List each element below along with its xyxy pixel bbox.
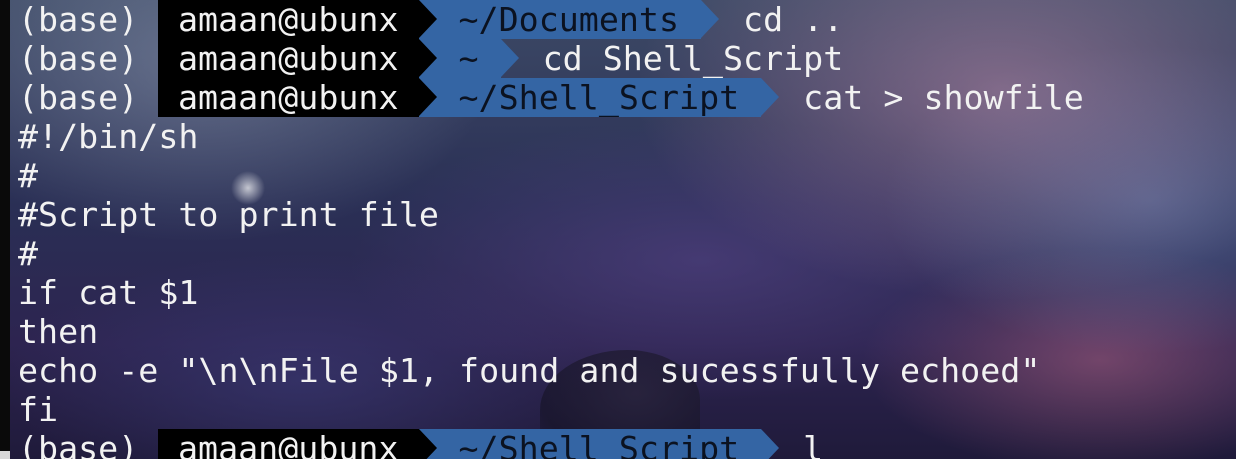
directory-segment: ~/Shell_Script (418, 429, 779, 459)
directory-segment: ~/Shell_Script (418, 78, 779, 117)
prompt-line: (base) amaan@ubunx ~/Documents cd .. (18, 0, 843, 39)
output-line: # (18, 156, 39, 195)
output-line: echo -e "\n\nFile $1, found and sucessfu… (18, 351, 1041, 390)
user-host-segment: amaan@ubunx (158, 0, 419, 39)
terminal-window[interactable]: (base) amaan@ubunx ~/Documents cd .. (ba… (0, 0, 1236, 459)
prompt-line: (base) amaan@ubunx ~ cd Shell_Script (18, 39, 843, 78)
window-bottom-corner (0, 451, 10, 459)
user-host-segment: amaan@ubunx (158, 429, 419, 459)
conda-env-label: (base) (18, 78, 139, 117)
prompt-line: (base) amaan@ubunx ~/Shell_Script cat > … (18, 78, 1084, 117)
directory-segment: ~ (418, 39, 519, 78)
output-line: if cat $1 (18, 273, 199, 312)
command-text: cd .. (743, 0, 844, 39)
conda-env-label: (base) (18, 429, 139, 459)
output-line: # (18, 234, 39, 273)
command-text: cd Shell_Script (542, 39, 844, 78)
conda-env-label: (base) (18, 0, 139, 39)
output-line: #!/bin/sh (18, 117, 199, 156)
output-line: #Script to print file (18, 195, 439, 234)
directory-segment: ~/Documents (418, 0, 719, 39)
command-text: cat > showfile (803, 78, 1084, 117)
conda-env-label: (base) (18, 39, 139, 78)
user-host-segment: amaan@ubunx (158, 39, 419, 78)
user-host-segment: amaan@ubunx (158, 78, 419, 117)
current-prompt-line[interactable]: (base) amaan@ubunx ~/Shell_Script l (18, 429, 823, 459)
window-left-edge (0, 0, 10, 459)
output-line: then (18, 312, 99, 351)
output-line: fi (18, 390, 59, 429)
